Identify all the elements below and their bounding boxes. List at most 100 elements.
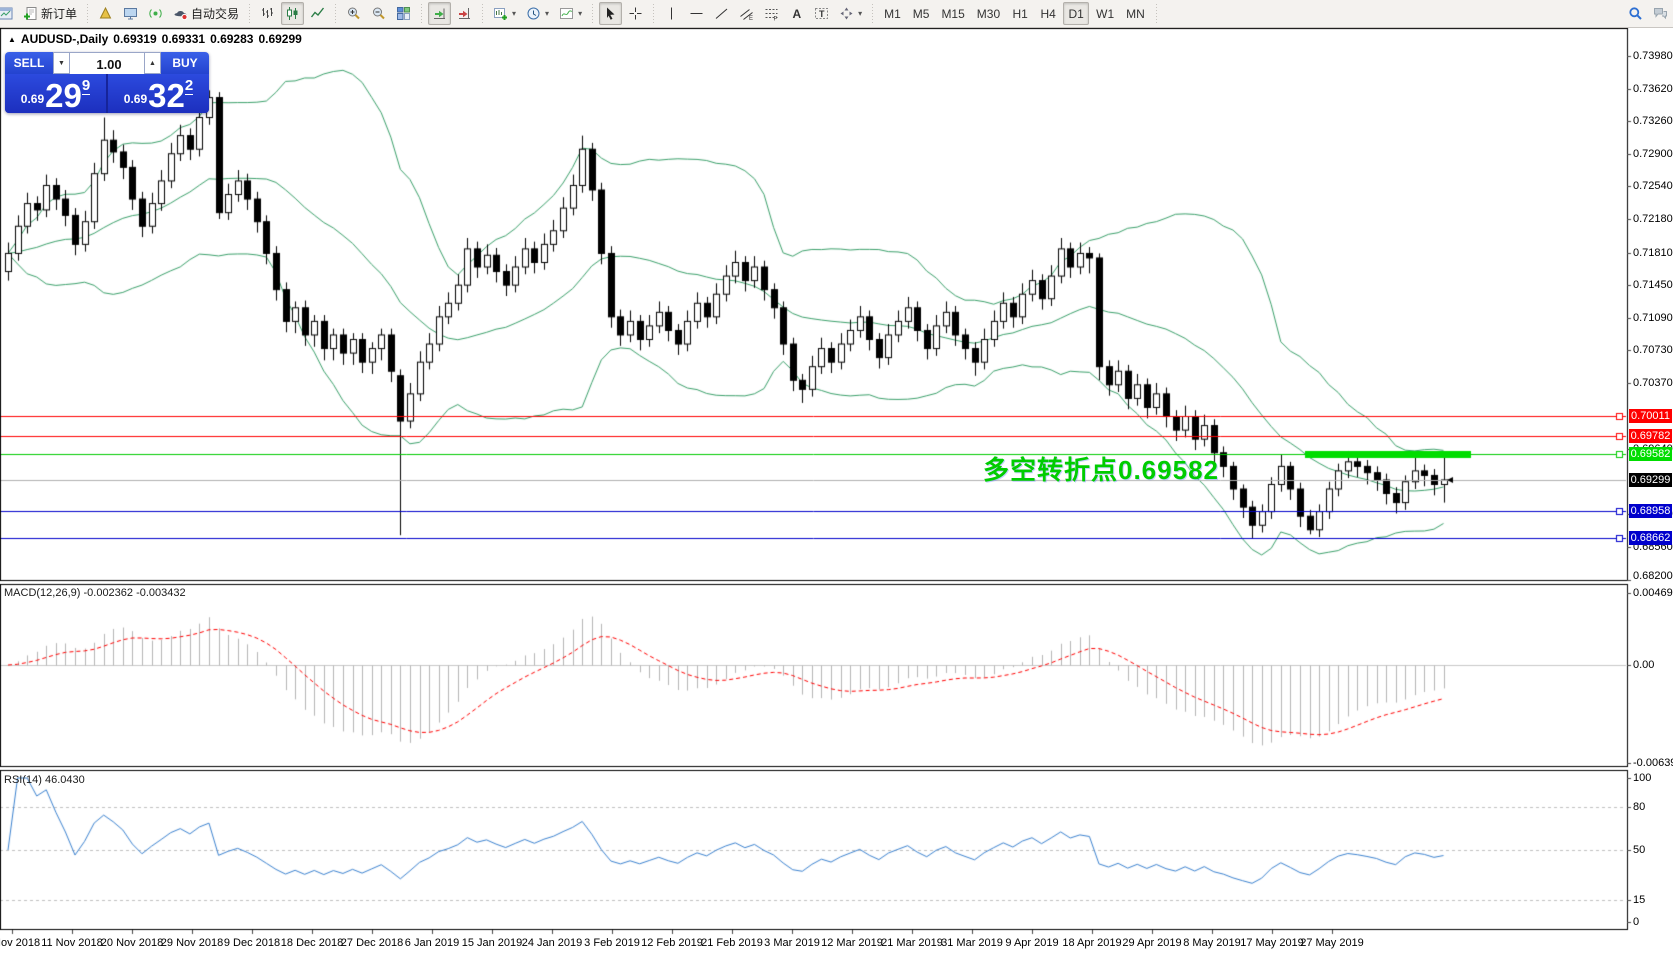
- bar-chart-button[interactable]: [256, 2, 279, 25]
- period-dropdown[interactable]: ▾: [522, 2, 553, 25]
- buy-price-pip: 2: [184, 77, 194, 95]
- collapse-panel-icon[interactable]: ▲: [8, 35, 16, 44]
- price-tick-label: 0.73260: [1633, 115, 1673, 128]
- monitor-icon-button[interactable]: [119, 2, 142, 25]
- timeframe-h1[interactable]: H1: [1007, 2, 1033, 25]
- line-chart-icon: [310, 6, 325, 21]
- cursor-button[interactable]: [599, 2, 623, 25]
- toolbar-separator: [869, 3, 877, 24]
- sonar-icon: [148, 6, 163, 21]
- candlestick-chart-button[interactable]: [281, 2, 305, 25]
- price-tick-label: 0.72900: [1633, 147, 1673, 160]
- chart-shift-button[interactable]: [453, 2, 476, 25]
- indicators-dropdown[interactable]: ▾: [555, 2, 586, 25]
- timeframe-m30[interactable]: M30: [972, 2, 1005, 25]
- new-order-button[interactable]: 新订单: [19, 2, 81, 25]
- arrows-dropdown[interactable]: ▾: [835, 2, 866, 25]
- macd-tick-label: -0.00639: [1633, 757, 1673, 770]
- fibonacci-button[interactable]: F: [760, 2, 783, 25]
- search-button[interactable]: [1624, 2, 1647, 25]
- volume-increase-button[interactable]: ▲: [144, 52, 161, 74]
- date-tick-label: 12 Mar 2019: [821, 937, 883, 949]
- date-tick-label: 12 Feb 2019: [641, 937, 703, 949]
- sell-price-big: 29: [45, 77, 82, 113]
- chevron-down-icon: ▾: [512, 9, 517, 18]
- text-button[interactable]: A: [785, 2, 808, 25]
- autotrading-button[interactable]: 自动交易: [169, 2, 243, 25]
- text-label-button[interactable]: T: [810, 2, 833, 25]
- chart-canvas[interactable]: [0, 0, 1673, 954]
- timeframe-m15-label: M15: [941, 6, 965, 21]
- auto-scroll-button[interactable]: [428, 2, 452, 25]
- low-value: 0.69283: [210, 32, 254, 46]
- buy-button[interactable]: BUY: [161, 52, 209, 74]
- cone-icon-button[interactable]: [94, 2, 117, 25]
- rsi-indicator-label: RSI(14) 46.0430: [4, 774, 85, 786]
- chart-window-icon[interactable]: [0, 2, 17, 25]
- date-tick-label: 24 Jan 2019: [521, 937, 583, 949]
- timeframe-h4[interactable]: H4: [1035, 2, 1061, 25]
- cone-icon: [98, 6, 113, 21]
- date-tick-label: 31 Mar 2019: [941, 937, 1003, 949]
- toolbar-separator: [84, 3, 92, 24]
- timeframe-h1-label: H1: [1012, 6, 1028, 21]
- buy-price-big: 32: [148, 77, 185, 113]
- line-chart-button[interactable]: [306, 2, 329, 25]
- volume-input[interactable]: [70, 53, 148, 75]
- date-tick-label: 21 Feb 2019: [701, 937, 763, 949]
- chat-button[interactable]: [1649, 2, 1672, 25]
- timeframe-mn[interactable]: MN: [1121, 2, 1150, 25]
- high-value: 0.69331: [161, 32, 206, 46]
- toolbar-separator: [1152, 3, 1160, 24]
- tile-windows-button[interactable]: [392, 2, 415, 25]
- price-tick-label: 0.70730: [1633, 344, 1673, 357]
- monitor-icon: [123, 6, 138, 21]
- channel-icon: E: [739, 6, 754, 21]
- zoom-out-button[interactable]: [367, 2, 390, 25]
- date-tick-label: 3 Mar 2019: [764, 937, 820, 949]
- date-tick-label: 6 Jan 2019: [404, 937, 460, 949]
- equidistant-channel-button[interactable]: E: [735, 2, 758, 25]
- horizontal-line-button[interactable]: [685, 2, 708, 25]
- tline-icon: [714, 6, 729, 21]
- price-tick-label: 0.72540: [1633, 180, 1673, 193]
- vertical-line-button[interactable]: [660, 2, 683, 25]
- toolbar-separator: [479, 3, 487, 24]
- volume-decrease-button[interactable]: ▼: [53, 52, 70, 74]
- rsi-tick-label: 0: [1633, 916, 1640, 928]
- signal-icon-button[interactable]: [144, 2, 167, 25]
- date-tick-label: 8 May 2019: [1183, 937, 1241, 949]
- macd-value: -0.002362: [83, 587, 134, 599]
- date-tick-label: 1 Nov 2018: [0, 937, 41, 949]
- price-level-tag: 0.70011: [1629, 408, 1672, 423]
- cursor-icon: [603, 6, 618, 21]
- trend-turning-point-annotation[interactable]: 多空转折点0.69582: [983, 450, 1219, 487]
- date-tick-label: 15 Jan 2019: [461, 937, 523, 949]
- rsi-tick-label: 100: [1633, 772, 1652, 784]
- date-tick-label: 21 Mar 2019: [881, 937, 943, 949]
- timeframe-m1[interactable]: M1: [879, 2, 906, 25]
- svg-text:A: A: [793, 7, 802, 21]
- timeframe-m15[interactable]: M15: [936, 2, 969, 25]
- zoom-in-button[interactable]: [342, 2, 365, 25]
- open-value: 0.69319: [113, 32, 157, 46]
- trendline-button[interactable]: [710, 2, 733, 25]
- sell-price-prefix: 0.69: [20, 92, 45, 106]
- macd-signal-value: -0.003432: [136, 587, 186, 599]
- sell-button[interactable]: SELL: [5, 52, 53, 74]
- timeframe-d1[interactable]: D1: [1063, 2, 1090, 25]
- search-icon: [1628, 6, 1643, 21]
- date-tick-label: 18 Apr 2019: [1062, 937, 1122, 949]
- svg-text:F: F: [774, 17, 778, 22]
- fib-icon: F: [764, 6, 779, 21]
- timeframe-w1[interactable]: W1: [1091, 2, 1119, 25]
- candles-icon: [285, 6, 300, 21]
- chart-plus-icon: [493, 6, 508, 21]
- buy-price[interactable]: 0.69 32 2: [108, 74, 209, 113]
- crosshair-button[interactable]: [624, 2, 647, 25]
- timeframe-m5[interactable]: M5: [908, 2, 935, 25]
- new-chart-dropdown[interactable]: ▾: [489, 2, 520, 25]
- date-tick-label: 18 Dec 2018: [280, 937, 344, 949]
- price-level-tag: 0.68958: [1629, 503, 1672, 518]
- sell-price[interactable]: 0.69 29 9: [5, 74, 106, 113]
